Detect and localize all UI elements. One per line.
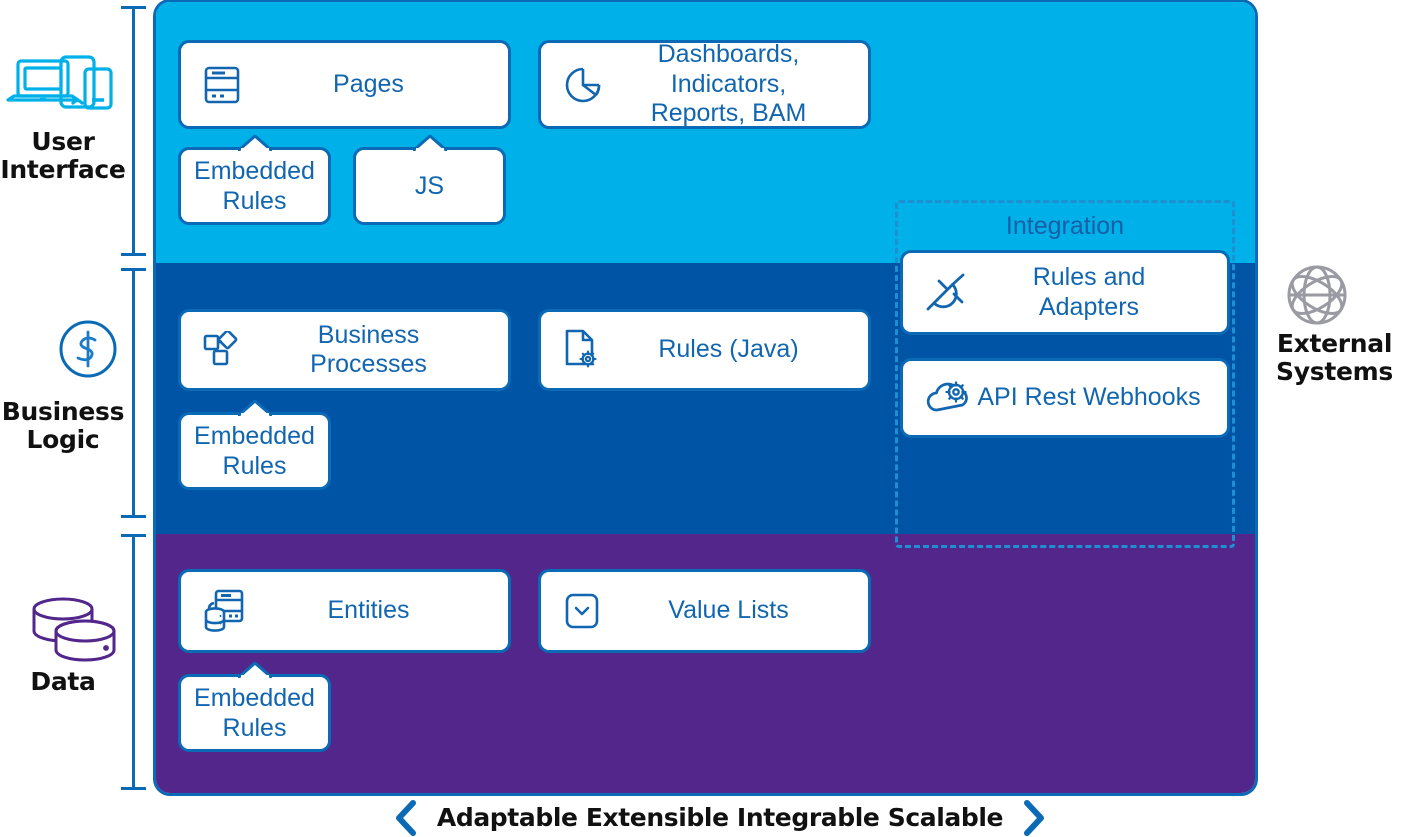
card-dashboards[interactable]: Dashboards, Indicators, Reports, BAM xyxy=(538,40,871,129)
card-body: Embedded Rules xyxy=(178,147,331,225)
rail-label-user-interface: User Interface xyxy=(0,128,126,184)
card-pages[interactable]: Pages xyxy=(178,40,511,129)
card-label: JS xyxy=(414,172,445,200)
card-value-lists[interactable]: Value Lists xyxy=(538,569,871,653)
rail-label-line2: Interface xyxy=(0,155,126,184)
page-layout-icon xyxy=(203,65,241,105)
card-label: Embedded Rules xyxy=(194,684,315,742)
card-api-rest-webhooks[interactable]: API Rest Webhooks xyxy=(900,358,1230,438)
cloud-gear-icon xyxy=(925,378,973,418)
rail-label-business-logic: Business Logic xyxy=(0,398,126,454)
plug-icon xyxy=(925,271,971,315)
devices-icon xyxy=(4,52,116,119)
dollar-circle-icon xyxy=(57,318,119,385)
card-business-processes[interactable]: Business Processes xyxy=(178,309,511,391)
external-systems-label: External Systems xyxy=(1268,330,1401,386)
integration-title: Integration xyxy=(1005,212,1125,240)
dropdown-chevron-icon xyxy=(563,591,601,631)
notch-pointer-icon xyxy=(237,661,272,679)
globe-icon xyxy=(1284,262,1350,333)
document-gear-icon xyxy=(563,329,601,371)
card-body: Embedded Rules xyxy=(178,674,331,752)
bracket-user-interface xyxy=(121,6,146,256)
chevron-left-icon xyxy=(393,799,419,837)
card-embedded-rules-ui[interactable]: Embedded Rules xyxy=(178,134,331,225)
chevron-right-icon xyxy=(1021,799,1047,837)
card-js[interactable]: JS xyxy=(353,134,506,225)
notch-pointer-icon xyxy=(237,399,272,417)
external-label-line1: External xyxy=(1276,329,1393,358)
card-rules-java[interactable]: Rules (Java) xyxy=(538,309,871,391)
rail-label-line1: Business xyxy=(1,397,125,426)
notch-pointer-icon xyxy=(412,134,447,152)
card-embedded-rules-data[interactable]: Embedded Rules xyxy=(178,661,331,752)
architecture-diagram: User Interface Business Logic Data Pages… xyxy=(0,0,1401,837)
bracket-business-logic xyxy=(121,268,146,518)
card-body: Embedded Rules xyxy=(178,412,331,490)
card-label: Embedded Rules xyxy=(194,157,315,215)
card-body: JS xyxy=(353,147,506,225)
rail-label-line2: Logic xyxy=(26,425,100,454)
footer-caption-text: Adaptable Extensible Integrable Scalable xyxy=(436,803,1004,832)
card-label: Embedded Rules xyxy=(194,422,315,480)
rail-label-line1: Data xyxy=(30,667,96,696)
card-rules-and-adapters[interactable]: Rules and Adapters xyxy=(900,250,1230,335)
card-embedded-rules-business[interactable]: Embedded Rules xyxy=(178,399,331,490)
process-flow-icon xyxy=(203,329,243,369)
notch-pointer-icon xyxy=(237,134,272,152)
rail-label-line1: User xyxy=(31,127,95,156)
bracket-data xyxy=(121,534,146,790)
card-entities[interactable]: Entities xyxy=(178,569,511,653)
pie-chart-icon xyxy=(563,65,603,105)
external-label-line2: Systems xyxy=(1276,357,1393,386)
rail-label-data: Data xyxy=(0,668,126,696)
footer-caption-bar: Adaptable Extensible Integrable Scalable xyxy=(395,798,1045,837)
database-stack-icon xyxy=(28,592,120,669)
entity-database-icon xyxy=(203,589,245,633)
